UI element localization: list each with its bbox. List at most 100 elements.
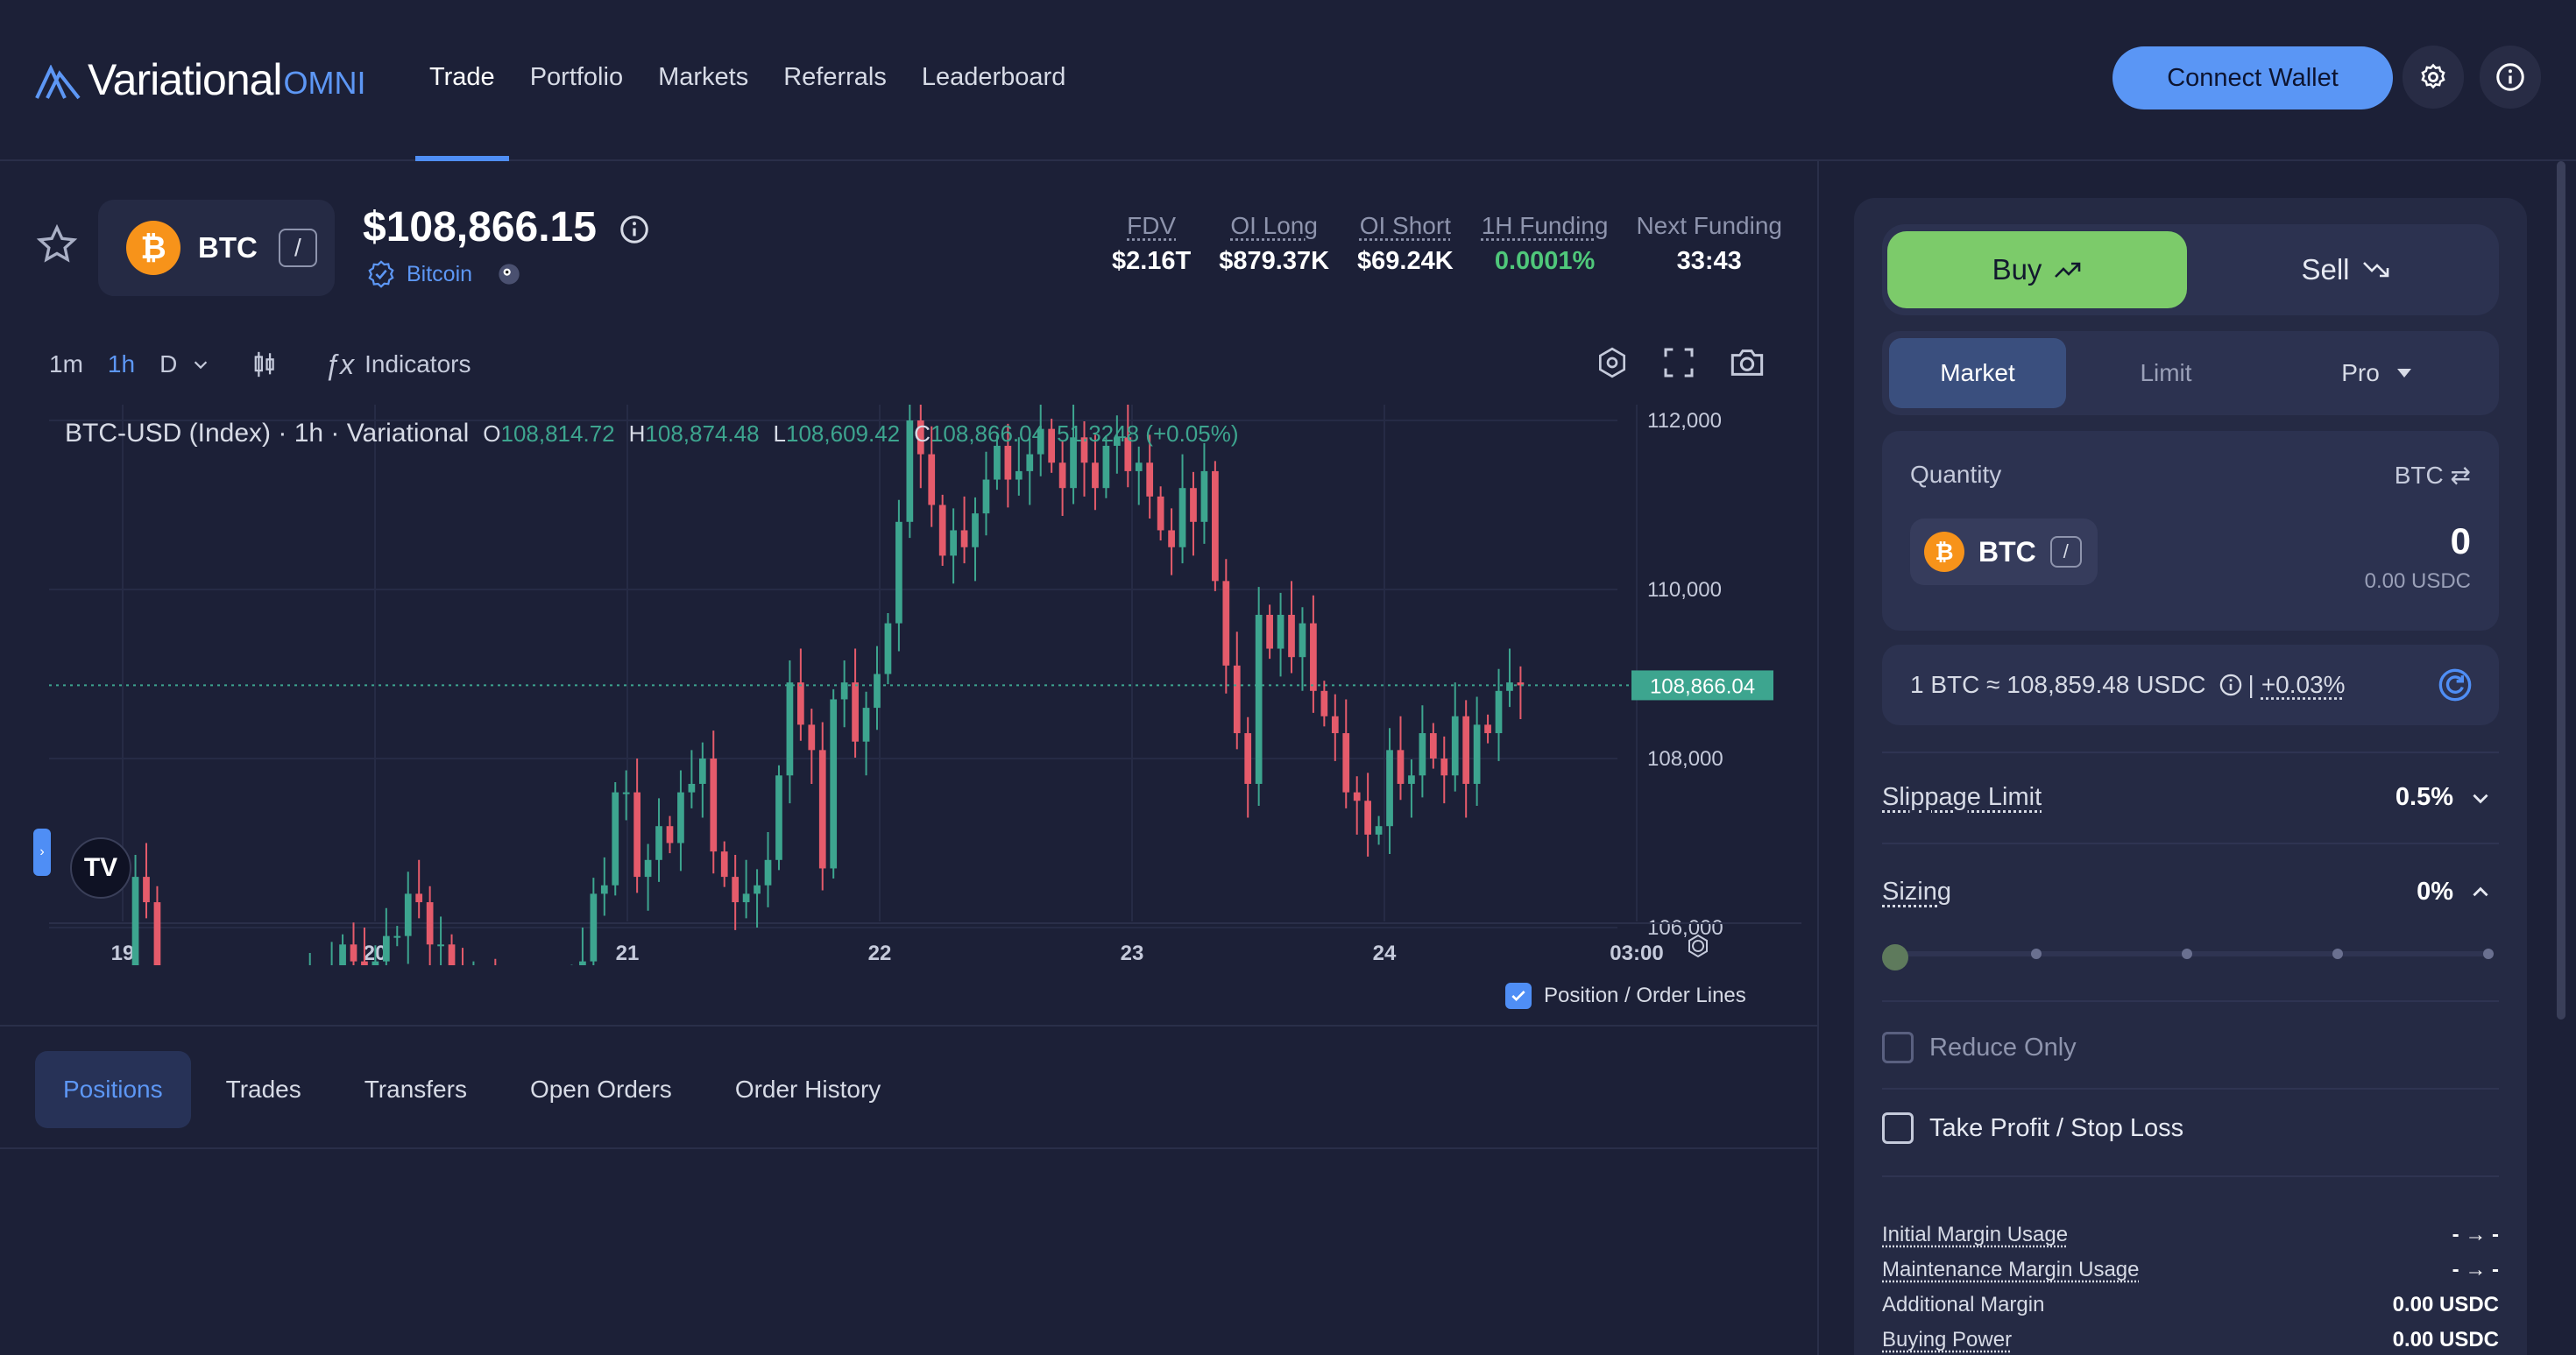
tab-positions[interactable]: Positions [35, 1051, 191, 1128]
tab-open-orders[interactable]: Open Orders [502, 1051, 700, 1128]
candle-body [350, 944, 357, 962]
candle-body [874, 674, 881, 709]
candle-body [797, 682, 804, 725]
candle-body [938, 505, 946, 556]
slider-handle[interactable] [1882, 944, 1908, 970]
sizing-row[interactable]: Sizing 0% [1882, 878, 2499, 907]
checkbox-checked-icon[interactable] [1505, 983, 1532, 1009]
metric-label[interactable]: Buying Power [1882, 1328, 2012, 1351]
chevron-down-icon[interactable] [191, 355, 210, 374]
metric-label[interactable]: Initial Margin Usage [1882, 1223, 2068, 1246]
stat-label: Next Funding [1636, 212, 1782, 239]
quantity-unit-toggle[interactable]: BTC ⇄ [2395, 461, 2471, 490]
stat-label[interactable]: FDV [1112, 212, 1191, 240]
tab-transfers[interactable]: Transfers [336, 1051, 495, 1128]
candle-body [1506, 682, 1513, 691]
tab-trades[interactable]: Trades [198, 1051, 329, 1128]
candle-body [1375, 826, 1383, 835]
info-icon [2496, 63, 2524, 91]
candle-body [1092, 462, 1099, 489]
candle-body [153, 902, 161, 965]
ohlc-legend: BTC-USD (Index) · 1h · Variational O 108,… [65, 419, 1239, 448]
buy-button[interactable]: Buy [1887, 231, 2187, 308]
nav-referrals[interactable]: Referrals [766, 0, 904, 161]
last-price-label: 108,866.04 [1650, 674, 1755, 698]
tradingview-logo[interactable]: TV [70, 837, 131, 899]
stat-value: $69.24K [1357, 247, 1454, 275]
x-tick-label: 22 [868, 942, 892, 965]
x-tick-label: 24 [1373, 942, 1397, 965]
connect-wallet-button[interactable]: Connect Wallet [2112, 46, 2393, 109]
refresh-icon[interactable] [2438, 667, 2473, 702]
brand-suffix: OMNI [283, 65, 366, 101]
candle-body [1364, 801, 1372, 835]
candle-body [612, 792, 619, 886]
candle-body [622, 792, 630, 794]
candles-icon[interactable] [249, 349, 279, 379]
coingecko-icon[interactable] [497, 262, 521, 286]
divider [1882, 752, 2499, 753]
fullscreen-icon[interactable] [1661, 345, 1696, 380]
sizing-slider[interactable] [1882, 944, 2499, 970]
stat-label[interactable]: OI Short [1357, 212, 1454, 240]
reduce-only-label: Reduce Only [1929, 1033, 2077, 1062]
tab-order-history[interactable]: Order History [707, 1051, 909, 1128]
slider-step-25[interactable] [2031, 949, 2042, 959]
slippage-row[interactable]: Slippage Limit 0.5% [1882, 783, 2499, 812]
candle-body [1484, 724, 1491, 734]
chart-settings-icon[interactable] [1595, 345, 1630, 380]
candle-body [994, 445, 1001, 480]
candle-body [1135, 462, 1143, 471]
slider-step-100[interactable] [2483, 949, 2494, 959]
timeframe-1h[interactable]: 1h [108, 350, 135, 378]
position-lines-toggle[interactable]: Position / Order Lines [1505, 983, 1746, 1009]
market-stats: FDV $2.16T OI Long $879.37K OI Short $69.24… [1112, 212, 1782, 276]
favorite-star-icon[interactable] [35, 222, 79, 266]
candle-body [928, 454, 936, 505]
slider-step-75[interactable] [2332, 949, 2343, 959]
tab-market[interactable]: Market [1889, 338, 2066, 408]
settings-button[interactable] [2403, 46, 2464, 109]
slider-step-50[interactable] [2182, 949, 2192, 959]
nav-markets[interactable]: Markets [640, 0, 766, 161]
candle-body [393, 935, 401, 938]
candle-body [1102, 445, 1110, 489]
timeframe-1m[interactable]: 1m [49, 350, 83, 378]
sell-button[interactable]: Sell [2197, 231, 2494, 308]
metric-label[interactable]: Maintenance Margin Usage [1882, 1258, 2140, 1281]
candle-body [579, 961, 586, 965]
stat-fdv: FDV $2.16T [1112, 212, 1191, 276]
tpsl-checkbox[interactable]: Take Profit / Stop Loss [1882, 1112, 2183, 1144]
nav-leaderboard[interactable]: Leaderboard [904, 0, 1083, 161]
page-scrollbar[interactable] [2557, 161, 2565, 1020]
candle-body [1462, 716, 1470, 784]
divider [1882, 1000, 2499, 1002]
candle-body [590, 893, 598, 962]
info-icon[interactable] [2219, 673, 2243, 697]
tab-pro[interactable]: Pro [2268, 338, 2487, 408]
metric-maintenance-margin: Maintenance Margin Usage - → - [1882, 1258, 2499, 1282]
quantity-asset-symbol: BTC [1978, 535, 2036, 568]
candle-body [688, 783, 696, 793]
stat-label[interactable]: OI Long [1219, 212, 1329, 240]
price-info-icon[interactable] [619, 214, 650, 245]
info-button[interactable] [2480, 46, 2541, 109]
tab-limit[interactable]: Limit [2078, 338, 2254, 408]
asset-name-link[interactable]: Bitcoin [407, 262, 472, 287]
chart-sidebar-toggle[interactable]: › [33, 829, 51, 876]
timeframe-d[interactable]: D [159, 350, 177, 378]
reduce-only-checkbox[interactable]: Reduce Only [1882, 1032, 2077, 1063]
brand-name: Variational [88, 55, 283, 104]
variational-logo[interactable]: Variational OMNI [35, 55, 366, 105]
asset-selector[interactable]: ₿ BTC / [98, 200, 335, 296]
stat-label[interactable]: 1H Funding [1482, 212, 1609, 240]
quantity-label: Quantity [1910, 461, 2002, 488]
nav-portfolio[interactable]: Portfolio [513, 0, 640, 161]
quantity-input[interactable]: 0 [2451, 520, 2471, 562]
position-lines-label: Position / Order Lines [1544, 984, 1746, 1007]
camera-icon[interactable] [1728, 345, 1766, 380]
indicators-button[interactable]: Indicators [364, 350, 471, 378]
nav-trade[interactable]: Trade [412, 0, 513, 161]
caret-down-icon [2396, 369, 2411, 378]
price-chart[interactable]: 19 20 21 22 23 24 03:00112,000110,000108,00010… [49, 405, 1801, 965]
